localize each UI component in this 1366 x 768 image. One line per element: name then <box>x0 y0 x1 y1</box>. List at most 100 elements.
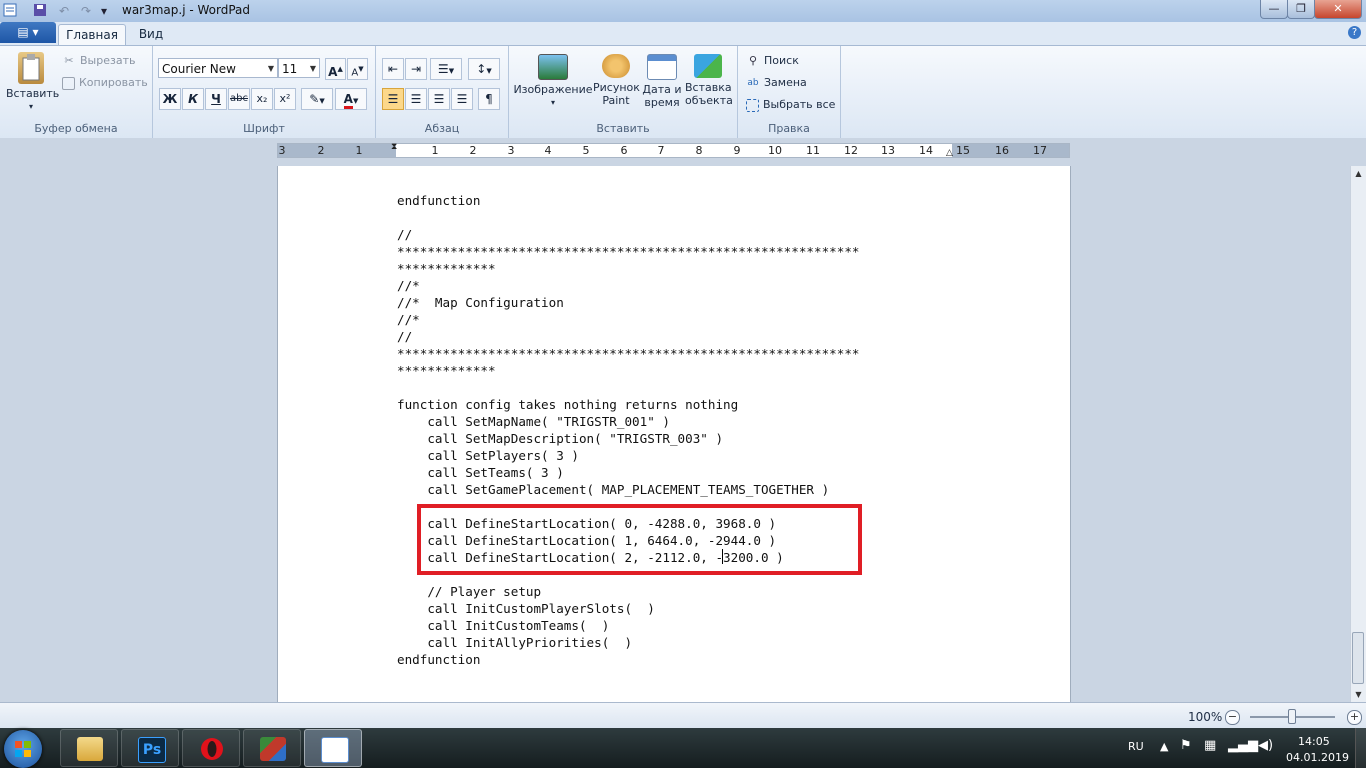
align-right-icon[interactable]: ☰ <box>428 88 450 110</box>
code-line: ************* <box>397 363 496 378</box>
copy-label: Копировать <box>79 76 148 89</box>
copy-icon <box>62 76 75 90</box>
clipboard-group: Вставить ▾ ✂ Вырезать Копировать Буфер об… <box>0 46 153 138</box>
ruler-number: 12 <box>844 144 858 157</box>
zoom-in-button[interactable]: + <box>1347 710 1362 725</box>
code-line: ************* <box>397 261 496 276</box>
increase-indent-icon[interactable]: ⇥ <box>405 58 427 80</box>
font-family-select[interactable]: Courier New ▼ <box>158 58 278 78</box>
highlighter-icon: ✎ <box>309 92 320 106</box>
code-line: // Player setup <box>397 584 542 599</box>
code-line: call InitCustomTeams( ) <box>397 618 610 633</box>
line-spacing-icon[interactable]: ↕▼ <box>468 58 500 80</box>
scroll-down-button[interactable]: ▼ <box>1351 687 1366 702</box>
save-icon[interactable] <box>32 3 48 19</box>
bullets-list-icon[interactable]: ☰▼ <box>430 58 462 80</box>
subscript-button[interactable]: x₂ <box>251 88 273 110</box>
wordpad-icon <box>321 737 349 763</box>
align-left-icon[interactable]: ☰ <box>382 88 404 110</box>
paint-palette-icon <box>602 54 630 78</box>
taskbar-opera[interactable] <box>182 729 240 767</box>
ruler-number: 13 <box>881 144 895 157</box>
insert-picture-button[interactable]: Изображение ▾ <box>513 54 593 109</box>
clock-time[interactable]: 14:05 <box>1298 735 1330 748</box>
datetime-label-1: Дата и <box>642 83 682 96</box>
tab-view[interactable]: Вид <box>130 24 172 44</box>
undo-icon[interactable]: ↶ <box>56 3 72 19</box>
shrink-font-button[interactable]: A▼ <box>347 58 368 80</box>
ruler[interactable]: 3 2 1 1 2 3 4 5 6 7 8 9 10 11 12 13 14 15 16 17 ⧗ △ <box>277 142 1070 158</box>
signal-icon[interactable]: ▂▄▆ <box>1228 738 1258 753</box>
strikethrough-button[interactable]: abc <box>228 88 250 110</box>
minimize-button[interactable]: — <box>1260 0 1288 19</box>
flag-icon[interactable]: ⚑ <box>1180 738 1192 753</box>
find-button[interactable]: ⚲ Поиск <box>746 52 799 70</box>
replace-button[interactable]: ab Замена <box>746 74 807 92</box>
zoom-out-button[interactable]: − <box>1225 710 1240 725</box>
grow-font-button[interactable]: A▲ <box>325 58 346 80</box>
ruler-number: 2 <box>317 144 325 157</box>
align-center-icon[interactable]: ☰ <box>405 88 427 110</box>
superscript-button[interactable]: x² <box>274 88 296 110</box>
show-desktop-button[interactable] <box>1355 728 1366 768</box>
application-menu-button[interactable]: ▤ ▾ <box>0 22 56 43</box>
network-icon[interactable]: ▦ <box>1204 738 1216 753</box>
replace-label: Замена <box>764 76 807 89</box>
taskbar-photoshop[interactable]: Ps <box>121 729 179 767</box>
paragraph-group: ⇤ ⇥ ☰▼ ↕▼ ☰ ☰ ☰ ☰ ¶ Абзац <box>376 46 509 138</box>
date-time-button[interactable]: Дата и время <box>639 54 685 109</box>
insert-object-button[interactable]: Вставка объекта <box>685 54 733 107</box>
language-indicator[interactable]: RU <box>1128 740 1144 753</box>
scroll-thumb[interactable] <box>1352 632 1364 684</box>
italic-button[interactable]: К <box>182 88 204 110</box>
ruler-number: 1 <box>431 144 439 157</box>
vertical-scrollbar[interactable]: ▲ ▼ <box>1350 166 1366 702</box>
taskbar-wordpad[interactable] <box>304 729 362 767</box>
bold-button[interactable]: Ж <box>159 88 181 110</box>
copy-button[interactable]: Копировать <box>62 74 148 92</box>
paint-label-1: Рисунок <box>593 81 640 94</box>
right-indent-marker-icon[interactable]: △ <box>946 148 953 158</box>
document-area[interactable]: endfunction//***************************… <box>0 166 1350 702</box>
text-caret <box>722 549 723 564</box>
start-button[interactable] <box>4 730 42 768</box>
text-color-button[interactable]: A▼ <box>335 88 367 110</box>
taskbar-office[interactable] <box>243 729 301 767</box>
redo-icon[interactable]: ↷ <box>78 3 94 19</box>
close-button[interactable]: ✕ <box>1314 0 1362 19</box>
cut-button[interactable]: ✂ Вырезать <box>62 52 135 70</box>
help-icon[interactable]: ? <box>1348 26 1361 39</box>
font-size-select[interactable]: 11 ▼ <box>278 58 320 78</box>
text-color-icon: A <box>343 92 353 109</box>
taskbar-explorer[interactable] <box>60 729 118 767</box>
ruler-number: 8 <box>695 144 703 157</box>
select-all-button[interactable]: Выбрать все <box>746 96 835 114</box>
ruler-number: 1 <box>355 144 363 157</box>
font-group: Courier New ▼ 11 ▼ A▲ A▼ Ж К Ч abc x₂ x² ✎… <box>153 46 376 138</box>
document-page[interactable]: endfunction//***************************… <box>277 166 1071 702</box>
scroll-up-button[interactable]: ▲ <box>1351 166 1366 181</box>
scissors-icon: ✂ <box>64 54 74 67</box>
paragraph-settings-icon[interactable]: ¶ <box>478 88 500 110</box>
app-icon[interactable] <box>2 3 18 19</box>
clock-date[interactable]: 04.01.2019 <box>1286 751 1349 764</box>
code-line: call SetTeams( 3 ) <box>397 465 564 480</box>
tab-home[interactable]: Главная <box>58 24 126 45</box>
quick-access-customize-icon[interactable]: ▾ <box>96 3 112 19</box>
zoom-slider-thumb[interactable] <box>1288 709 1296 724</box>
maximize-button[interactable]: ❐ <box>1287 0 1315 19</box>
code-line: ****************************************… <box>397 244 860 259</box>
justify-icon[interactable]: ☰ <box>451 88 473 110</box>
ruler-number: 7 <box>657 144 665 157</box>
ruler-number: 14 <box>919 144 933 157</box>
highlight-color-button[interactable]: ✎▼ <box>301 88 333 110</box>
volume-icon[interactable]: ◀) <box>1258 738 1273 753</box>
paste-button[interactable]: Вставить ▾ <box>6 52 59 113</box>
tray-expand-icon[interactable]: ▲ <box>1160 740 1168 753</box>
underline-button[interactable]: Ч <box>205 88 227 110</box>
font-family-value: Courier New <box>162 62 236 76</box>
paint-drawing-button[interactable]: Рисунок Paint <box>593 54 640 107</box>
ruler-number: 10 <box>768 144 782 157</box>
decrease-indent-icon[interactable]: ⇤ <box>382 58 404 80</box>
indent-marker-icon[interactable]: ⧗ <box>391 142 397 152</box>
